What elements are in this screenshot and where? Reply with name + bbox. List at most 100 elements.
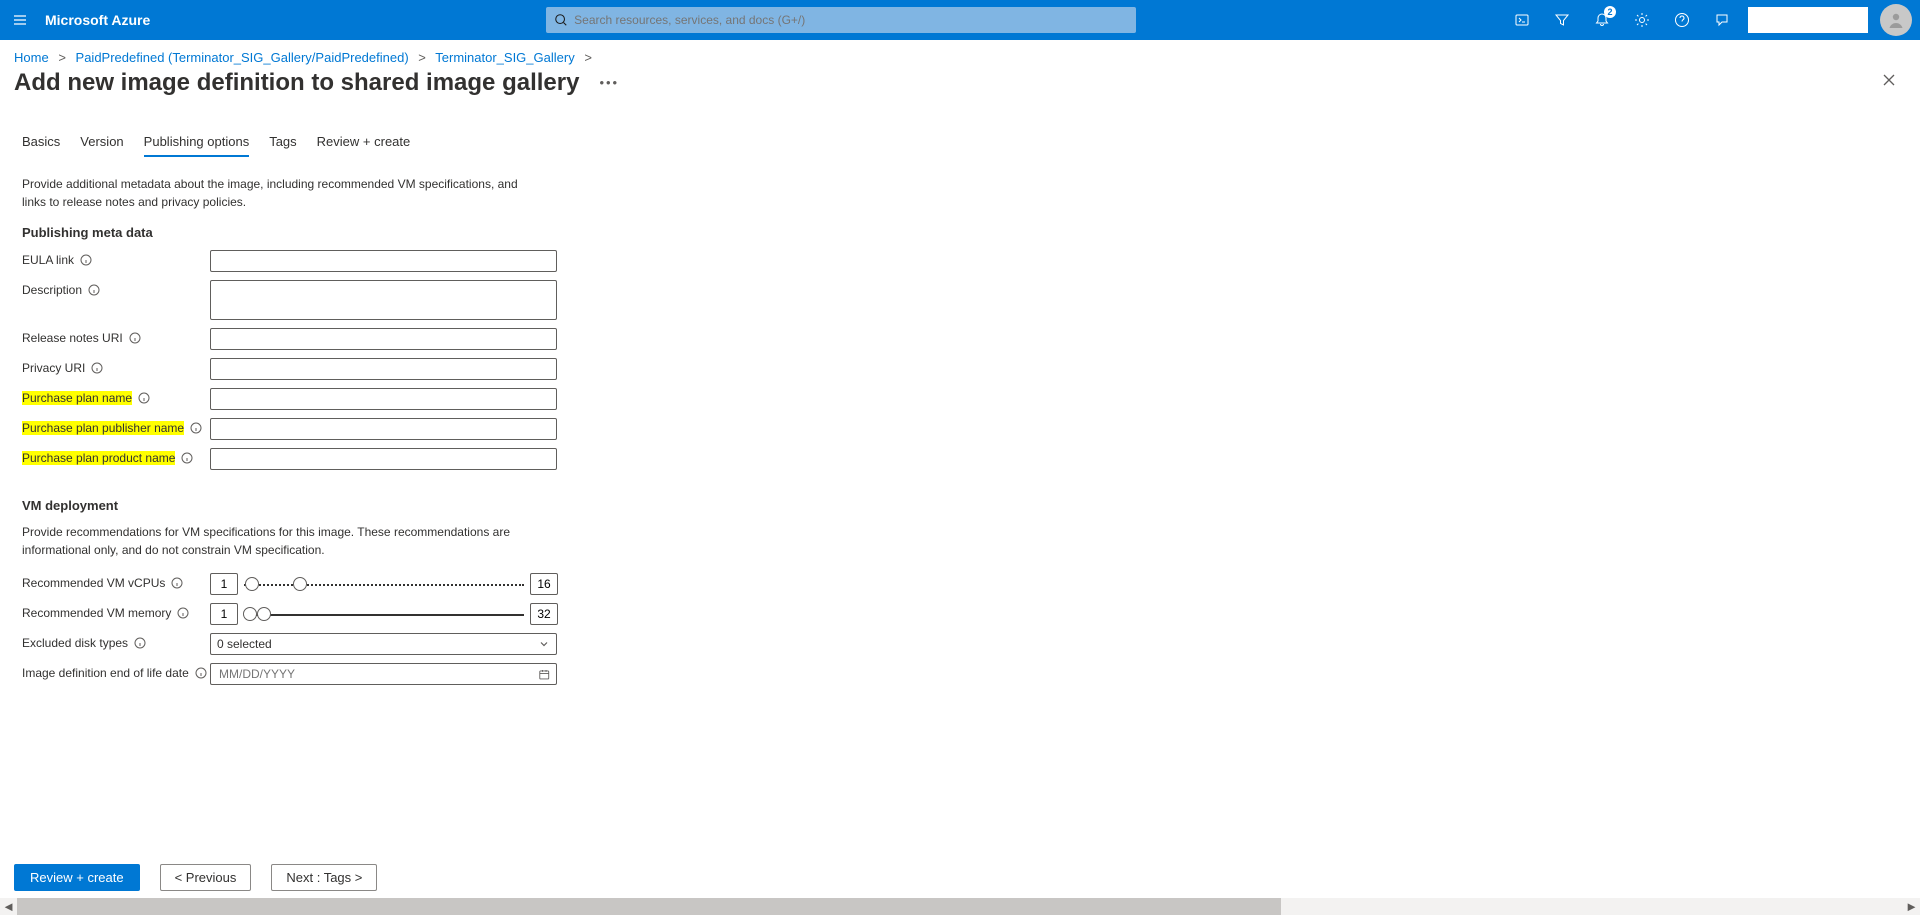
info-icon[interactable] (80, 254, 92, 266)
hamburger-menu[interactable] (0, 0, 40, 40)
release-notes-input[interactable] (210, 328, 557, 350)
eula-label: EULA link (22, 253, 74, 267)
avatar-icon (1886, 10, 1906, 30)
eol-label: Image definition end of life date (22, 666, 189, 680)
breadcrumb-paidpredefined[interactable]: PaidPredefined (Terminator_SIG_Gallery/P… (76, 50, 409, 65)
field-plan-name: Purchase plan name (22, 388, 1578, 410)
cloud-shell-icon (1514, 12, 1530, 28)
feedback-icon (1714, 12, 1730, 28)
field-description: Description (22, 280, 1578, 320)
field-vcpus: Recommended VM vCPUs (22, 573, 1578, 595)
memory-max-input[interactable] (530, 603, 558, 625)
chevron-right-icon: > (418, 50, 426, 65)
notifications-button[interactable]: 2 (1582, 0, 1622, 40)
title-row: Add new image definition to shared image… (0, 67, 1920, 106)
hamburger-icon (12, 12, 28, 28)
next-button[interactable]: Next : Tags > (271, 864, 377, 891)
memory-label: Recommended VM memory (22, 606, 171, 620)
field-privacy-uri: Privacy URI (22, 358, 1578, 380)
scroll-thumb[interactable] (17, 898, 1281, 915)
scroll-track[interactable] (17, 898, 1903, 915)
field-excluded-disk: Excluded disk types 0 selected (22, 633, 1578, 655)
close-blade-button[interactable] (1872, 67, 1906, 98)
memory-min-input[interactable] (210, 603, 238, 625)
scroll-left-arrow[interactable]: ◄ (0, 898, 17, 915)
info-icon[interactable] (91, 362, 103, 374)
global-search[interactable] (546, 7, 1136, 33)
field-release-notes: Release notes URI (22, 328, 1578, 350)
info-icon[interactable] (195, 667, 207, 679)
info-icon[interactable] (129, 332, 141, 344)
tab-review-create[interactable]: Review + create (317, 128, 411, 157)
publishing-intro-text: Provide additional metadata about the im… (22, 175, 542, 211)
info-icon[interactable] (181, 452, 193, 464)
top-search-wrap (180, 7, 1502, 33)
eula-input[interactable] (210, 250, 557, 272)
vcpus-min-input[interactable] (210, 573, 238, 595)
account-input[interactable] (1748, 7, 1868, 33)
plan-name-input[interactable] (210, 388, 557, 410)
memory-slider[interactable] (244, 603, 524, 625)
breadcrumb-home[interactable]: Home (14, 50, 49, 65)
field-eol-date: Image definition end of life date (22, 663, 1578, 685)
tab-version[interactable]: Version (80, 128, 123, 157)
wizard-tabs: Basics Version Publishing options Tags R… (0, 106, 1920, 157)
eol-date-input-wrap[interactable] (210, 663, 557, 685)
tab-basics[interactable]: Basics (22, 128, 60, 157)
vcpus-slider-control (210, 573, 558, 595)
info-icon[interactable] (190, 422, 202, 434)
description-label: Description (22, 283, 82, 297)
directory-filter-button[interactable] (1542, 0, 1582, 40)
info-icon[interactable] (177, 607, 189, 619)
field-plan-publisher: Purchase plan publisher name (22, 418, 1578, 440)
plan-name-label: Purchase plan name (22, 391, 132, 405)
settings-button[interactable] (1622, 0, 1662, 40)
brand-label[interactable]: Microsoft Azure (45, 12, 150, 28)
breadcrumb: Home > PaidPredefined (Terminator_SIG_Ga… (0, 40, 1920, 67)
previous-button[interactable]: < Previous (160, 864, 252, 891)
info-icon[interactable] (138, 392, 150, 404)
field-memory: Recommended VM memory (22, 603, 1578, 625)
vcpus-slider-thumb-min[interactable] (245, 577, 259, 591)
field-eula: EULA link (22, 250, 1578, 272)
feedback-button[interactable] (1702, 0, 1742, 40)
calendar-icon (538, 668, 551, 681)
excluded-disk-dropdown[interactable]: 0 selected (210, 633, 557, 655)
vcpus-max-input[interactable] (530, 573, 558, 595)
user-avatar[interactable] (1880, 4, 1912, 36)
info-icon[interactable] (134, 637, 146, 649)
privacy-uri-input[interactable] (210, 358, 557, 380)
chevron-down-icon (538, 638, 550, 650)
tab-tags[interactable]: Tags (269, 128, 296, 157)
breadcrumb-gallery[interactable]: Terminator_SIG_Gallery (435, 50, 574, 65)
vcpus-slider-thumb-max[interactable] (293, 577, 307, 591)
more-actions-button[interactable]: ••• (599, 75, 619, 90)
top-right-icons: 2 (1502, 0, 1920, 40)
close-icon (1882, 73, 1896, 87)
field-plan-product: Purchase plan product name (22, 448, 1578, 470)
scroll-right-arrow[interactable]: ► (1903, 898, 1920, 915)
privacy-uri-label: Privacy URI (22, 361, 85, 375)
wizard-footer: Review + create < Previous Next : Tags > (0, 858, 1920, 897)
form-body: Provide additional metadata about the im… (0, 157, 1600, 783)
chevron-right-icon: > (58, 50, 66, 65)
tab-publishing-options[interactable]: Publishing options (144, 128, 250, 157)
search-icon (554, 13, 568, 27)
review-create-button[interactable]: Review + create (14, 864, 140, 891)
description-input[interactable] (210, 280, 557, 320)
chevron-right-icon: > (584, 50, 592, 65)
info-icon[interactable] (171, 577, 183, 589)
info-icon[interactable] (88, 284, 100, 296)
cloud-shell-button[interactable] (1502, 0, 1542, 40)
memory-slider-thumb-max[interactable] (257, 607, 271, 621)
memory-slider-thumb-min[interactable] (243, 607, 257, 621)
plan-product-input[interactable] (210, 448, 557, 470)
plan-publisher-input[interactable] (210, 418, 557, 440)
help-button[interactable] (1662, 0, 1702, 40)
section-publishing-meta: Publishing meta data (22, 225, 1578, 240)
global-search-input[interactable] (568, 12, 1128, 28)
vcpus-slider[interactable] (244, 573, 524, 595)
excluded-disk-value: 0 selected (217, 637, 272, 651)
eol-date-input[interactable] (217, 666, 538, 682)
horizontal-scrollbar[interactable]: ◄ ► (0, 898, 1920, 915)
